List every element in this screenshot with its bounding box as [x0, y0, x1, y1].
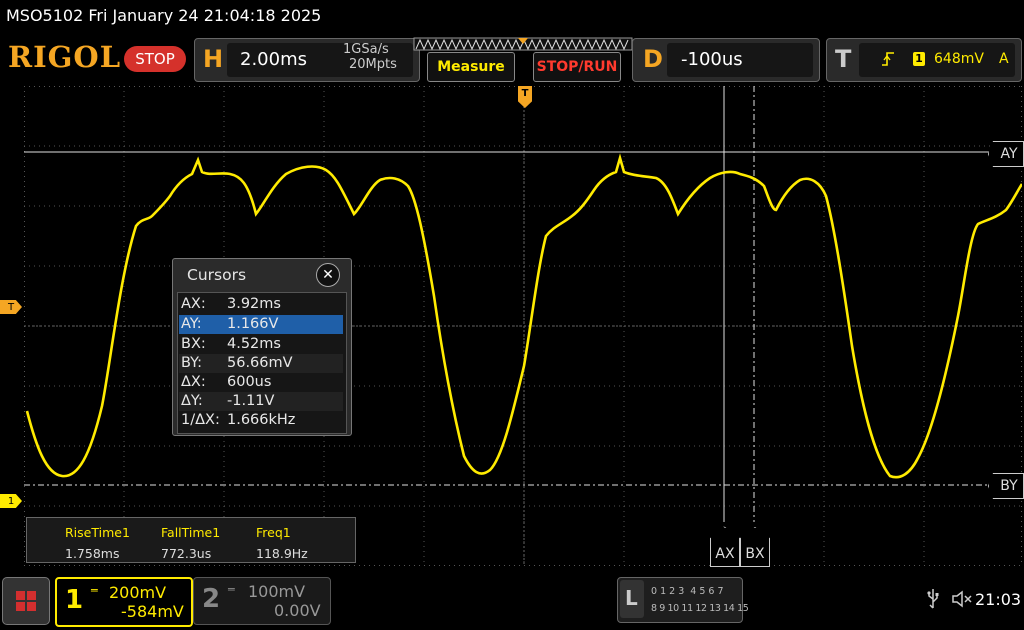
measure-value: 772.3us — [161, 546, 212, 561]
trigger-source-badge: 1 — [913, 52, 925, 66]
trigger-level-marker[interactable]: T — [0, 300, 22, 314]
cursor-row-key: ΔY: — [181, 393, 203, 409]
rigol-logo: RIGOL — [8, 40, 122, 74]
cursor-row-dy[interactable]: ΔY: -1.11V — [179, 392, 343, 411]
cursor-row-value: 600us — [227, 374, 272, 390]
cursor-row-by[interactable]: BY: 56.66mV — [179, 354, 343, 373]
channel1-panel[interactable]: 1 ═ 200mV -584mV — [55, 577, 193, 627]
cursor-row-value: 1.666kHz — [227, 412, 296, 428]
trigger-letter: T — [835, 45, 852, 73]
stop-run-button-label: STOP/RUN — [536, 59, 618, 75]
ch1-ground-marker-label: 1 — [7, 495, 15, 507]
cursors-dialog: Cursors ✕ AX: 3.92ms AY: 1.166V BX: 4.52ms … — [172, 258, 352, 436]
menu-button[interactable] — [2, 577, 50, 625]
cursor-row-value: 4.52ms — [227, 336, 281, 352]
memory-depth: 20Mpts — [349, 57, 397, 72]
status-title: MSO5102 Fri January 24 21:04:18 2025 — [6, 6, 322, 25]
ch1-ground-marker[interactable]: 1 — [0, 494, 22, 508]
cursor-row-value: 56.66mV — [227, 355, 293, 371]
usb-icon — [927, 589, 939, 609]
menu-grid-icon — [16, 591, 36, 611]
measurement-panel[interactable]: RiseTime1 1.758ms FallTime1 772.3us Freq… — [26, 517, 356, 563]
cursor-row-value: 3.92ms — [227, 296, 281, 312]
measure-name: Freq1 — [256, 525, 291, 540]
channel2-number: 2 — [202, 584, 221, 614]
sound-muted-icon[interactable] — [951, 590, 973, 608]
cursor-row-value: 1.166V — [227, 316, 279, 332]
dc-coupling-icon: ═ — [91, 584, 98, 597]
cursor-row-key: 1/ΔX: — [181, 412, 220, 428]
cursor-row-ax[interactable]: AX: 3.92ms — [179, 295, 343, 314]
sample-rate: 1GSa/s — [343, 42, 389, 57]
trigger-position-marker-label: T — [521, 88, 529, 99]
logic-letter: L — [625, 586, 638, 610]
horizontal-timebase: 2.00ms — [240, 49, 307, 70]
trigger-panel[interactable]: T 1 648mV A — [826, 38, 1022, 82]
measure-button-label: Measure — [437, 59, 505, 75]
rising-edge-icon — [882, 52, 894, 66]
measure-name: FallTime1 — [161, 525, 221, 540]
cursor-bx-tag-label: BX — [745, 546, 765, 562]
close-icon[interactable]: ✕ — [316, 263, 340, 287]
logic-channels-row1: 0 1 2 3 4 5 6 7 — [651, 586, 724, 597]
cursor-row-key: BY: — [181, 355, 202, 371]
cursor-ax-tag-label: AX — [715, 546, 735, 562]
trigger-level: 648mV — [934, 51, 984, 67]
measure-value: 118.9Hz — [256, 546, 308, 561]
cursor-row-key: AY: — [181, 316, 202, 332]
cursor-ay-tag-label: AY — [1000, 146, 1018, 162]
horizontal-letter: H — [203, 45, 224, 73]
cursor-ay-tag[interactable]: AY — [988, 141, 1024, 167]
channel1-scale: 200mV — [109, 583, 167, 602]
delay-panel[interactable]: D -100us — [632, 38, 820, 82]
logic-channels-row2: 8 9 10 11 12 13 14 15 — [651, 603, 749, 614]
delay-value: -100us — [681, 49, 743, 70]
memory-timeline — [413, 37, 633, 51]
cursor-row-ay[interactable]: AY: 1.166V — [179, 315, 343, 334]
cursor-row-inv-dx[interactable]: 1/ΔX: 1.666kHz — [179, 411, 343, 430]
horizontal-panel[interactable]: H 2.00ms 1GSa/s 20Mpts — [194, 38, 420, 82]
channel2-panel[interactable]: 2 ═ 100mV 0.00V — [193, 577, 331, 625]
measure-name: RiseTime1 — [65, 525, 130, 540]
system-clock: 21:03 — [975, 590, 1022, 609]
measure-value: 1.758ms — [65, 546, 120, 561]
dc-coupling-icon: ═ — [228, 583, 235, 596]
logic-panel[interactable]: L 0 1 2 3 4 5 6 7 8 9 10 11 12 13 14 15 — [617, 577, 749, 623]
cursor-by-tag-label: BY — [1000, 478, 1018, 494]
channel2-scale: 100mV — [248, 582, 306, 601]
cursors-dialog-title: Cursors — [187, 266, 247, 284]
cursor-row-bx[interactable]: BX: 4.52ms — [179, 335, 343, 354]
cursor-row-dx[interactable]: ΔX: 600us — [179, 373, 343, 392]
channel1-offset: -584mV — [121, 602, 184, 621]
run-state-badge[interactable]: STOP — [124, 46, 186, 72]
cursor-row-key: AX: — [181, 296, 206, 312]
stop-run-button[interactable]: STOP/RUN — [533, 52, 621, 82]
channel2-offset: 0.00V — [274, 601, 321, 620]
measure-button[interactable]: Measure — [427, 52, 515, 82]
cursor-row-key: BX: — [181, 336, 206, 352]
channel1-number: 1 — [65, 585, 84, 615]
trigger-level-marker-label: T — [7, 301, 15, 313]
delay-letter: D — [643, 45, 663, 73]
trigger-mode: A — [999, 51, 1009, 67]
cursor-by-tag[interactable]: BY — [988, 473, 1024, 499]
cursor-row-value: -1.11V — [227, 393, 275, 409]
cursor-row-key: ΔX: — [181, 374, 206, 390]
